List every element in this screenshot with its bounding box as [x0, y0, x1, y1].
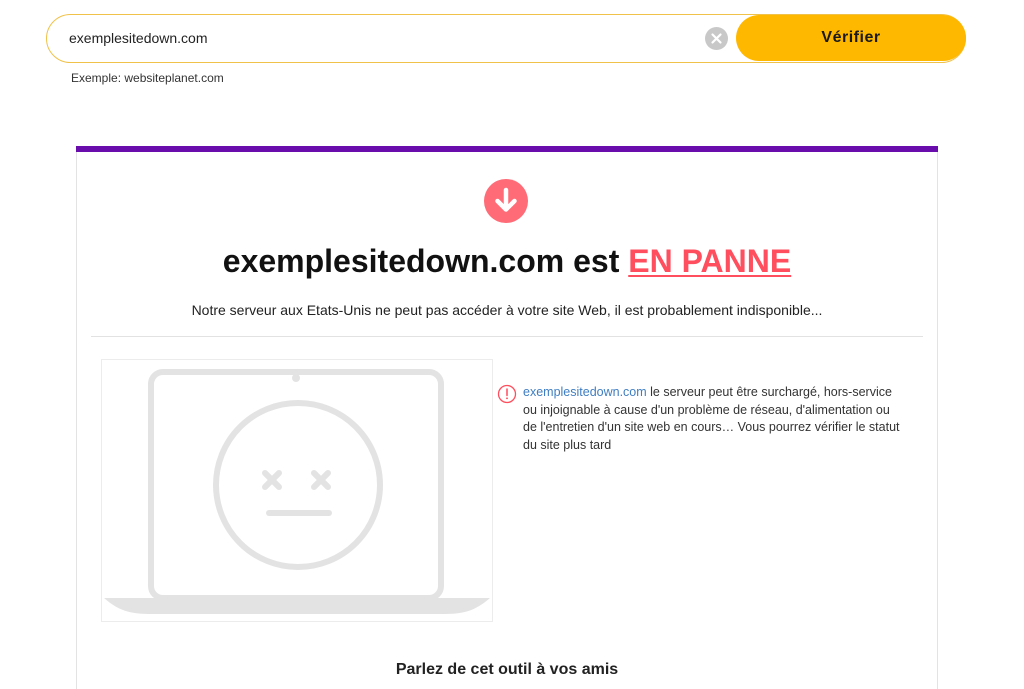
example-hint: Exemple: websiteplanet.com — [71, 71, 224, 85]
headline-status-prefix: est — [573, 243, 620, 279]
arrow-down-icon — [478, 179, 534, 223]
result-card: exemplesitedown.com est EN PANNE Notre s… — [76, 146, 938, 689]
error-text: exemplesitedown.com le serveur peut être… — [497, 384, 902, 454]
divider — [91, 336, 923, 337]
headline-domain: exemplesitedown.com — [222, 243, 565, 279]
clear-icon[interactable] — [705, 27, 728, 50]
status-badge: EN PANNE — [628, 243, 792, 279]
sad-laptop-illustration — [101, 359, 493, 622]
url-input[interactable] — [69, 15, 709, 61]
search-bar: Vérifier — [46, 14, 966, 63]
page: Vérifier Exemple: websiteplanet.com exem… — [0, 0, 1024, 689]
status-headline: exemplesitedown.com est EN PANNE — [77, 243, 937, 280]
card-top-bar — [76, 146, 938, 152]
error-domain-link[interactable]: exemplesitedown.com — [523, 385, 647, 399]
error-message: exemplesitedown.com le serveur peut être… — [497, 384, 902, 454]
verify-button[interactable]: Vérifier — [736, 15, 966, 61]
share-title: Parlez de cet outil à vos amis — [395, 661, 619, 678]
exclamation-circle-icon — [497, 384, 517, 404]
status-subtitle: Notre serveur aux Etats-Unis ne peut pas… — [191, 302, 823, 318]
